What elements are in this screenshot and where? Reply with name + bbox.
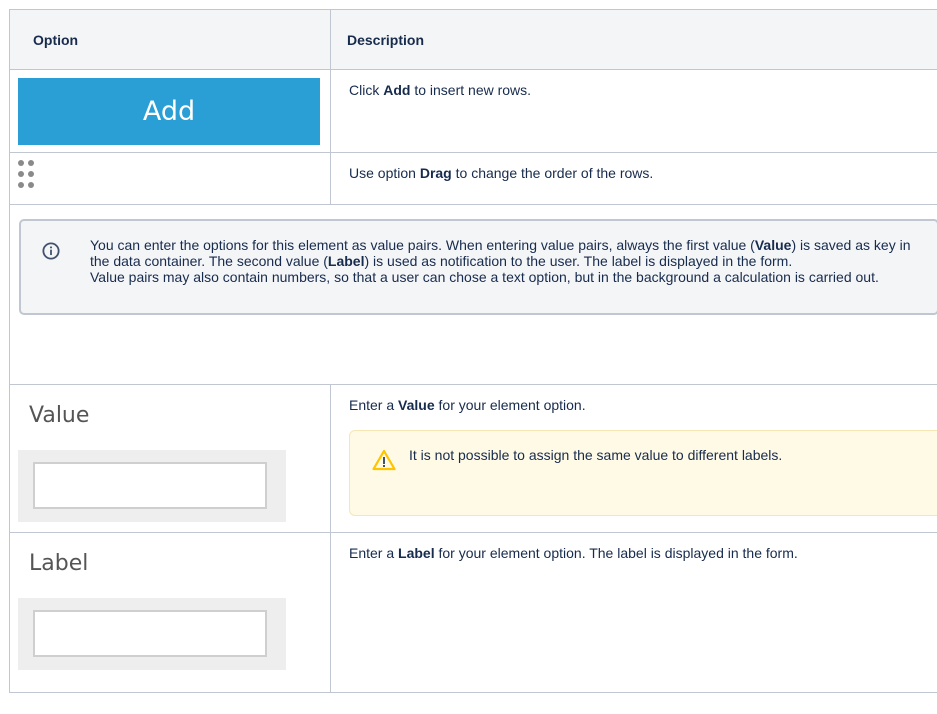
table-header-row: Option Description [9,9,937,70]
table-row-drag: Use option Drag to change the order of t… [9,152,937,205]
description-cell: Enter a Label for your element option. T… [330,532,937,693]
label-description: Enter a Label for your element option. T… [349,545,798,561]
warning-panel: It is not possible to assign the same va… [349,430,937,516]
warning-text: It is not possible to assign the same va… [409,447,783,463]
option-cell: Add [9,69,331,153]
value-field-label: Value [29,403,90,428]
table-row-info: You can enter the options for this eleme… [9,204,937,385]
description-cell: Use option Drag to change the order of t… [330,152,937,205]
description-cell: Enter a Value for your element option. I… [330,384,937,533]
options-table: Option Description Add Click Add to inse… [9,9,937,693]
table-row-value: Value Enter a Value for your element opt… [9,384,937,533]
header-option: Option [9,9,331,70]
option-cell: Label [9,532,331,693]
header-description: Description [330,9,937,70]
info-text: You can enter the options for this eleme… [90,237,911,285]
warning-icon [372,449,396,471]
table-row-add: Add Click Add to insert new rows. [9,69,937,153]
drag-handle-icon [18,160,38,200]
label-input-box [33,610,267,657]
option-cell [9,152,331,205]
info-icon [42,242,60,260]
info-cell: You can enter the options for this eleme… [9,204,937,385]
description-cell: Click Add to insert new rows. [330,69,937,153]
table-row-label: Label Enter a Label for your element opt… [9,532,937,693]
option-cell: Value [9,384,331,533]
value-field-image [18,450,286,522]
drag-description: Use option Drag to change the order of t… [349,165,654,181]
label-field-image [18,598,286,670]
value-description: Enter a Value for your element option. I… [331,385,937,516]
info-panel: You can enter the options for this eleme… [19,219,937,315]
add-button-image: Add [18,78,320,145]
add-description: Click Add to insert new rows. [349,82,532,98]
value-input-box [33,462,267,509]
label-field-label: Label [29,551,89,576]
